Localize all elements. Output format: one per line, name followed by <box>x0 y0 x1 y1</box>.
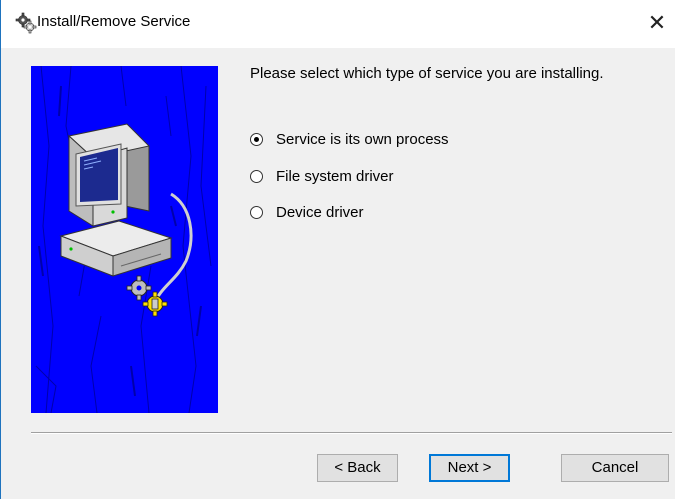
option-own-process[interactable]: Service is its own process <box>250 129 449 149</box>
close-button[interactable]: ✕ <box>642 8 672 38</box>
option-label[interactable]: Service is its own process <box>276 131 449 148</box>
option-label[interactable]: Device driver <box>276 204 364 221</box>
option-file-system-driver[interactable]: File system driver <box>250 166 394 186</box>
option-label[interactable]: File system driver <box>276 168 394 185</box>
window-title: Install/Remove Service <box>37 13 191 30</box>
dialog-body: Please select which type of service you … <box>1 48 675 499</box>
radio-button-device-driver[interactable] <box>250 205 263 219</box>
gears-icon <box>15 12 37 34</box>
radio-button-own-process[interactable] <box>250 132 263 146</box>
wizard-computer-image <box>31 65 218 414</box>
title-bar: Install/Remove Service ✕ <box>1 0 675 48</box>
next-button[interactable]: Next > <box>429 454 510 482</box>
cancel-button[interactable]: Cancel <box>561 454 669 482</box>
radio-button-file-system-driver[interactable] <box>250 169 263 183</box>
close-icon: ✕ <box>647 10 667 35</box>
option-device-driver[interactable]: Device driver <box>250 202 364 222</box>
instruction-text: Please select which type of service you … <box>250 65 604 82</box>
back-button[interactable]: < Back <box>317 454 398 482</box>
divider <box>31 432 672 434</box>
